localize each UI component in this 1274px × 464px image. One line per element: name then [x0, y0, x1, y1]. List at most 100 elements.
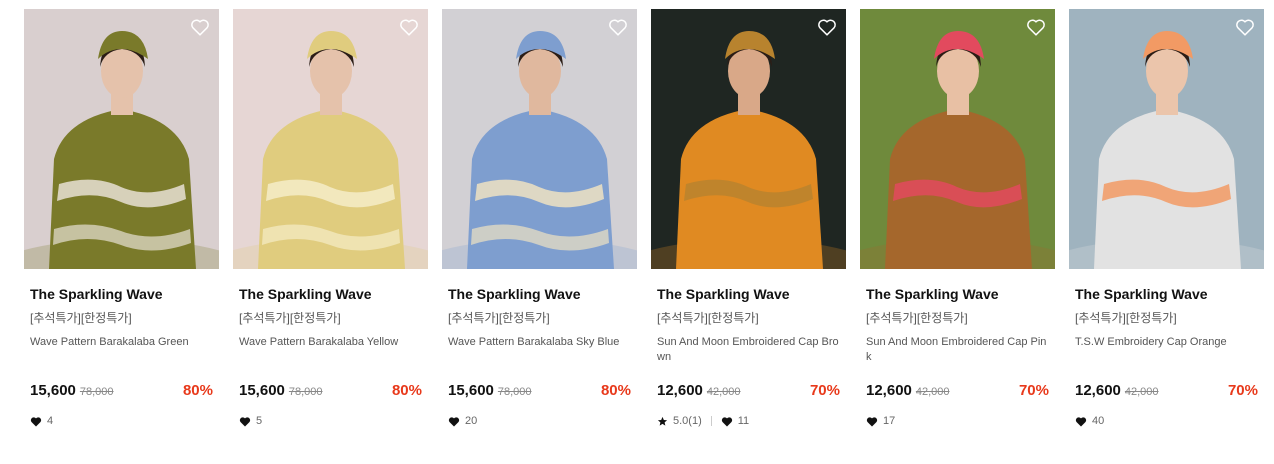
- like-count-value: 5: [256, 415, 263, 427]
- promo-tags: [추석특가][한정특가]: [30, 311, 132, 325]
- product-photo: [24, 9, 219, 269]
- price-row: 12,600 42,000 70%: [1075, 382, 1258, 400]
- product-info: The Sparkling Wave [추석특가][한정특가] T.S.W Em…: [1069, 286, 1264, 428]
- sale-price: 15,600: [448, 382, 494, 399]
- like-count: 20: [448, 415, 477, 427]
- like-count: 4: [30, 415, 53, 427]
- product-name[interactable]: Sun And Moon Embroidered Cap Pink: [866, 335, 1049, 365]
- product-meta: 40: [1075, 414, 1258, 428]
- price-row: 15,600 78,000 80%: [448, 382, 631, 400]
- product-image[interactable]: [860, 9, 1055, 269]
- sale-price: 12,600: [866, 382, 912, 399]
- like-count: 5: [239, 415, 262, 427]
- price-row: 15,600 78,000 80%: [30, 382, 213, 400]
- promo-tags: [추석특가][한정특가]: [866, 311, 968, 325]
- discount-rate: 80%: [600, 382, 631, 399]
- like-count-value: 11: [737, 415, 750, 427]
- product-name[interactable]: T.S.W Embroidery Cap Orange: [1075, 335, 1258, 365]
- price-row: 15,600 78,000 80%: [239, 382, 422, 400]
- product-image[interactable]: [442, 9, 637, 269]
- promo-tags: [추석특가][한정특가]: [1075, 311, 1177, 325]
- rating: 5.0(1): [657, 415, 702, 427]
- wishlist-heart-icon[interactable]: [816, 16, 838, 38]
- discount-rate: 80%: [391, 382, 422, 399]
- sale-price: 12,600: [1075, 382, 1121, 399]
- original-price: 42,000: [706, 386, 741, 398]
- product-image[interactable]: [233, 9, 428, 269]
- product-card-6[interactable]: The Sparkling Wave [추석특가][한정특가] T.S.W Em…: [1069, 9, 1264, 428]
- product-image[interactable]: [1069, 9, 1264, 269]
- product-photo: [651, 9, 846, 269]
- product-meta: 4: [30, 414, 213, 428]
- product-info: The Sparkling Wave [추석특가][한정특가] Sun And …: [860, 286, 1055, 428]
- product-info: The Sparkling Wave [추석특가][한정특가] Wave Pat…: [24, 286, 219, 428]
- like-heart-icon: [866, 416, 878, 426]
- original-price: 42,000: [1124, 386, 1159, 398]
- wishlist-heart-icon[interactable]: [398, 16, 420, 38]
- discount-rate: 70%: [1227, 382, 1258, 399]
- product-card-5[interactable]: The Sparkling Wave [추석특가][한정특가] Sun And …: [860, 9, 1055, 428]
- meta-divider: [710, 416, 712, 426]
- promo-tags: [추석특가][한정특가]: [239, 311, 341, 325]
- product-card-1[interactable]: The Sparkling Wave [추석특가][한정특가] Wave Pat…: [24, 9, 219, 428]
- product-card-4[interactable]: The Sparkling Wave [추석특가][한정특가] Sun And …: [651, 9, 846, 428]
- promo-tags: [추석특가][한정특가]: [657, 311, 759, 325]
- original-price: 42,000: [915, 386, 950, 398]
- like-heart-icon: [30, 416, 42, 426]
- like-count: 11: [721, 415, 749, 427]
- original-price: 78,000: [79, 386, 114, 398]
- like-count-value: 40: [1092, 415, 1105, 427]
- product-image[interactable]: [24, 9, 219, 269]
- product-meta: 5.0(1) 11: [657, 414, 840, 428]
- like-count-value: 4: [47, 415, 54, 427]
- like-heart-icon: [239, 416, 251, 426]
- product-photo: [233, 9, 428, 269]
- brand-name[interactable]: The Sparkling Wave: [448, 286, 631, 302]
- brand-name[interactable]: The Sparkling Wave: [657, 286, 840, 302]
- sale-price: 12,600: [657, 382, 703, 399]
- star-icon: [657, 416, 668, 426]
- wishlist-heart-icon[interactable]: [607, 16, 629, 38]
- wishlist-heart-icon[interactable]: [1025, 16, 1047, 38]
- wishlist-heart-icon[interactable]: [1234, 16, 1256, 38]
- brand-name[interactable]: The Sparkling Wave: [30, 286, 213, 302]
- product-photo: [1069, 9, 1264, 269]
- price-row: 12,600 42,000 70%: [866, 382, 1049, 400]
- product-meta: 20: [448, 414, 631, 428]
- product-info: The Sparkling Wave [추석특가][한정특가] Wave Pat…: [233, 286, 428, 428]
- product-info: The Sparkling Wave [추석특가][한정특가] Wave Pat…: [442, 286, 637, 428]
- price-row: 12,600 42,000 70%: [657, 382, 840, 400]
- product-info: The Sparkling Wave [추석특가][한정특가] Sun And …: [651, 286, 846, 428]
- product-meta: 5: [239, 414, 422, 428]
- wishlist-heart-icon[interactable]: [189, 16, 211, 38]
- discount-rate: 70%: [1018, 382, 1049, 399]
- like-count: 17: [866, 415, 895, 427]
- product-name[interactable]: Wave Pattern Barakalaba Sky Blue: [448, 335, 631, 365]
- sale-price: 15,600: [30, 382, 76, 399]
- product-name[interactable]: Wave Pattern Barakalaba Green: [30, 335, 213, 365]
- brand-name[interactable]: The Sparkling Wave: [866, 286, 1049, 302]
- brand-name[interactable]: The Sparkling Wave: [1075, 286, 1258, 302]
- product-grid: The Sparkling Wave [추석특가][한정특가] Wave Pat…: [24, 9, 1264, 428]
- product-name[interactable]: Sun And Moon Embroidered Cap Brown: [657, 335, 840, 365]
- sale-price: 15,600: [239, 382, 285, 399]
- brand-name[interactable]: The Sparkling Wave: [239, 286, 422, 302]
- original-price: 78,000: [497, 386, 532, 398]
- rating-value: 5.0(1): [673, 415, 702, 427]
- product-card-2[interactable]: The Sparkling Wave [추석특가][한정특가] Wave Pat…: [233, 9, 428, 428]
- discount-rate: 70%: [809, 382, 840, 399]
- like-heart-icon: [448, 416, 460, 426]
- product-photo: [860, 9, 1055, 269]
- like-count: 40: [1075, 415, 1104, 427]
- promo-tags: [추석특가][한정특가]: [448, 311, 550, 325]
- product-meta: 17: [866, 414, 1049, 428]
- discount-rate: 80%: [182, 382, 213, 399]
- product-name[interactable]: Wave Pattern Barakalaba Yellow: [239, 335, 422, 365]
- product-card-3[interactable]: The Sparkling Wave [추석특가][한정특가] Wave Pat…: [442, 9, 637, 428]
- like-count-value: 17: [883, 415, 896, 427]
- product-photo: [442, 9, 637, 269]
- product-image[interactable]: [651, 9, 846, 269]
- original-price: 78,000: [288, 386, 323, 398]
- like-heart-icon: [721, 416, 732, 426]
- like-heart-icon: [1075, 416, 1087, 426]
